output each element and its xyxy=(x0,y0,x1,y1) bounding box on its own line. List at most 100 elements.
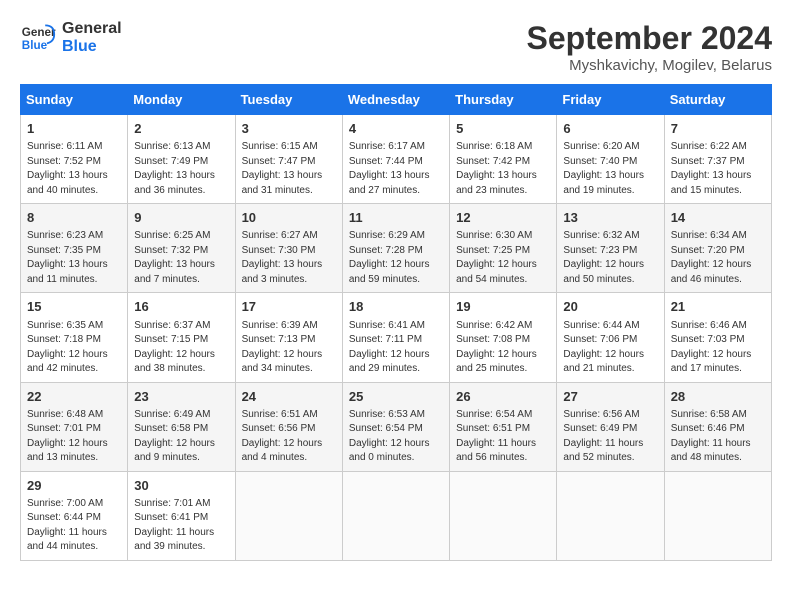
day-info: Sunrise: 6:46 AM Sunset: 7:03 PM Dayligh… xyxy=(671,319,765,377)
calendar-day-30: 30 Sunrise: 7:01 AM Sunset: 6:41 PM Dayli… xyxy=(128,471,235,560)
svg-text:General: General xyxy=(22,26,56,39)
day-info: Sunrise: 6:35 AM Sunset: 7:18 PM Dayligh… xyxy=(27,319,121,377)
day-number: 22 xyxy=(27,388,121,406)
calendar-day-28: 28 Sunrise: 6:58 AM Sunset: 6:46 PM Dayli… xyxy=(664,382,771,471)
calendar-week-2: 8 Sunrise: 6:23 AM Sunset: 7:35 PM Daylig… xyxy=(21,204,772,293)
day-number: 14 xyxy=(671,209,765,227)
day-info: Sunrise: 6:51 AM Sunset: 6:56 PM Dayligh… xyxy=(242,408,336,466)
day-info: Sunrise: 6:23 AM Sunset: 7:35 PM Dayligh… xyxy=(27,229,121,287)
day-info: Sunrise: 6:29 AM Sunset: 7:28 PM Dayligh… xyxy=(349,229,443,287)
day-number: 15 xyxy=(27,298,121,316)
calendar-day-24: 24Sunrise: 6:51 AM Sunset: 6:56 PM Dayli… xyxy=(235,382,342,471)
month-title: September 2024 xyxy=(527,20,772,57)
weekday-header-wednesday: Wednesday xyxy=(342,85,449,115)
calendar-empty xyxy=(450,471,557,560)
day-info: Sunrise: 6:11 AM Sunset: 7:52 PM Dayligh… xyxy=(27,140,121,198)
day-info: Sunrise: 6:32 AM Sunset: 7:23 PM Dayligh… xyxy=(563,229,657,287)
day-number: 23 xyxy=(134,388,228,406)
calendar-week-3: 15 Sunrise: 6:35 AM Sunset: 7:18 PM Dayli… xyxy=(21,293,772,382)
calendar-day-15: 15 Sunrise: 6:35 AM Sunset: 7:18 PM Dayli… xyxy=(21,293,128,382)
calendar-day-16: 16Sunrise: 6:37 AM Sunset: 7:15 PM Dayli… xyxy=(128,293,235,382)
day-number: 12 xyxy=(456,209,550,227)
day-info: Sunrise: 6:48 AM Sunset: 7:01 PM Dayligh… xyxy=(27,408,121,466)
day-info: Sunrise: 6:22 AM Sunset: 7:37 PM Dayligh… xyxy=(671,140,765,198)
weekday-header-monday: Monday xyxy=(128,85,235,115)
calendar-day-17: 17 Sunrise: 6:39 AM Sunset: 7:13 PM Dayli… xyxy=(235,293,342,382)
day-number: 26 xyxy=(456,388,550,406)
day-info: Sunrise: 6:30 AM Sunset: 7:25 PM Dayligh… xyxy=(456,229,550,287)
calendar-day-18: 18Sunrise: 6:41 AM Sunset: 7:11 PM Dayli… xyxy=(342,293,449,382)
day-info: Sunrise: 6:18 AM Sunset: 7:42 PM Dayligh… xyxy=(456,140,550,198)
day-number: 18 xyxy=(349,298,443,316)
day-info: Sunrise: 6:49 AM Sunset: 6:58 PM Dayligh… xyxy=(134,408,228,466)
day-info: Sunrise: 6:56 AM Sunset: 6:49 PM Dayligh… xyxy=(563,408,657,466)
day-info: Sunrise: 6:53 AM Sunset: 6:54 PM Dayligh… xyxy=(349,408,443,466)
calendar-day-10: 10 Sunrise: 6:27 AM Sunset: 7:30 PM Dayli… xyxy=(235,204,342,293)
day-number: 20 xyxy=(563,298,657,316)
day-number: 30 xyxy=(134,477,228,495)
day-number: 8 xyxy=(27,209,121,227)
logo-icon: General Blue xyxy=(20,20,56,56)
calendar-day-26: 26 Sunrise: 6:54 AM Sunset: 6:51 PM Dayli… xyxy=(450,382,557,471)
weekday-header-thursday: Thursday xyxy=(450,85,557,115)
calendar-day-11: 11 Sunrise: 6:29 AM Sunset: 7:28 PM Dayli… xyxy=(342,204,449,293)
day-number: 5 xyxy=(456,120,550,138)
calendar-day-7: 7 Sunrise: 6:22 AM Sunset: 7:37 PM Daylig… xyxy=(664,115,771,204)
calendar-day-22: 22 Sunrise: 6:48 AM Sunset: 7:01 PM Dayli… xyxy=(21,382,128,471)
day-number: 9 xyxy=(134,209,228,227)
calendar-day-25: 25 Sunrise: 6:53 AM Sunset: 6:54 PM Dayli… xyxy=(342,382,449,471)
day-number: 11 xyxy=(349,209,443,227)
calendar-day-13: 13 Sunrise: 6:32 AM Sunset: 7:23 PM Dayli… xyxy=(557,204,664,293)
day-number: 10 xyxy=(242,209,336,227)
day-number: 6 xyxy=(563,120,657,138)
day-info: Sunrise: 6:54 AM Sunset: 6:51 PM Dayligh… xyxy=(456,408,550,466)
calendar-day-9: 9Sunrise: 6:25 AM Sunset: 7:32 PM Daylig… xyxy=(128,204,235,293)
calendar-day-21: 21 Sunrise: 6:46 AM Sunset: 7:03 PM Dayli… xyxy=(664,293,771,382)
weekday-header-friday: Friday xyxy=(557,85,664,115)
calendar-empty xyxy=(664,471,771,560)
day-info: Sunrise: 6:44 AM Sunset: 7:06 PM Dayligh… xyxy=(563,319,657,377)
calendar-day-4: 4 Sunrise: 6:17 AM Sunset: 7:44 PM Daylig… xyxy=(342,115,449,204)
day-info: Sunrise: 6:27 AM Sunset: 7:30 PM Dayligh… xyxy=(242,229,336,287)
calendar-empty xyxy=(557,471,664,560)
day-info: Sunrise: 6:34 AM Sunset: 7:20 PM Dayligh… xyxy=(671,229,765,287)
day-number: 1 xyxy=(27,120,121,138)
calendar-day-2: 2Sunrise: 6:13 AM Sunset: 7:49 PM Daylig… xyxy=(128,115,235,204)
day-info: Sunrise: 7:00 AM Sunset: 6:44 PM Dayligh… xyxy=(27,497,121,555)
weekday-header-tuesday: Tuesday xyxy=(235,85,342,115)
location: Myshkavichy, Mogilev, Belarus xyxy=(527,57,772,74)
calendar-day-3: 3Sunrise: 6:15 AM Sunset: 7:47 PM Daylig… xyxy=(235,115,342,204)
calendar-day-27: 27Sunrise: 6:56 AM Sunset: 6:49 PM Dayli… xyxy=(557,382,664,471)
calendar-day-8: 8 Sunrise: 6:23 AM Sunset: 7:35 PM Daylig… xyxy=(21,204,128,293)
calendar-day-29: 29Sunrise: 7:00 AM Sunset: 6:44 PM Dayli… xyxy=(21,471,128,560)
day-info: Sunrise: 6:15 AM Sunset: 7:47 PM Dayligh… xyxy=(242,140,336,198)
day-info: Sunrise: 6:39 AM Sunset: 7:13 PM Dayligh… xyxy=(242,319,336,377)
day-number: 4 xyxy=(349,120,443,138)
calendar-empty xyxy=(342,471,449,560)
day-number: 21 xyxy=(671,298,765,316)
day-info: Sunrise: 7:01 AM Sunset: 6:41 PM Dayligh… xyxy=(134,497,228,555)
day-number: 17 xyxy=(242,298,336,316)
day-info: Sunrise: 6:58 AM Sunset: 6:46 PM Dayligh… xyxy=(671,408,765,466)
day-info: Sunrise: 6:20 AM Sunset: 7:40 PM Dayligh… xyxy=(563,140,657,198)
weekday-header-sunday: Sunday xyxy=(21,85,128,115)
day-info: Sunrise: 6:37 AM Sunset: 7:15 PM Dayligh… xyxy=(134,319,228,377)
day-info: Sunrise: 6:42 AM Sunset: 7:08 PM Dayligh… xyxy=(456,319,550,377)
day-number: 13 xyxy=(563,209,657,227)
day-number: 25 xyxy=(349,388,443,406)
page-header: General Blue General Blue September 2024… xyxy=(20,20,772,74)
calendar-day-5: 5 Sunrise: 6:18 AM Sunset: 7:42 PM Daylig… xyxy=(450,115,557,204)
calendar-table: SundayMondayTuesdayWednesdayThursdayFrid… xyxy=(20,84,772,561)
day-info: Sunrise: 6:13 AM Sunset: 7:49 PM Dayligh… xyxy=(134,140,228,198)
calendar-day-14: 14 Sunrise: 6:34 AM Sunset: 7:20 PM Dayli… xyxy=(664,204,771,293)
calendar-day-12: 12 Sunrise: 6:30 AM Sunset: 7:25 PM Dayli… xyxy=(450,204,557,293)
svg-text:Blue: Blue xyxy=(22,39,48,52)
title-block: September 2024 Myshkavichy, Mogilev, Bel… xyxy=(527,20,772,74)
day-number: 28 xyxy=(671,388,765,406)
calendar-empty xyxy=(235,471,342,560)
day-info: Sunrise: 6:17 AM Sunset: 7:44 PM Dayligh… xyxy=(349,140,443,198)
calendar-day-23: 23 Sunrise: 6:49 AM Sunset: 6:58 PM Dayli… xyxy=(128,382,235,471)
calendar-week-4: 22 Sunrise: 6:48 AM Sunset: 7:01 PM Dayli… xyxy=(21,382,772,471)
calendar-week-5: 29Sunrise: 7:00 AM Sunset: 6:44 PM Dayli… xyxy=(21,471,772,560)
day-number: 7 xyxy=(671,120,765,138)
